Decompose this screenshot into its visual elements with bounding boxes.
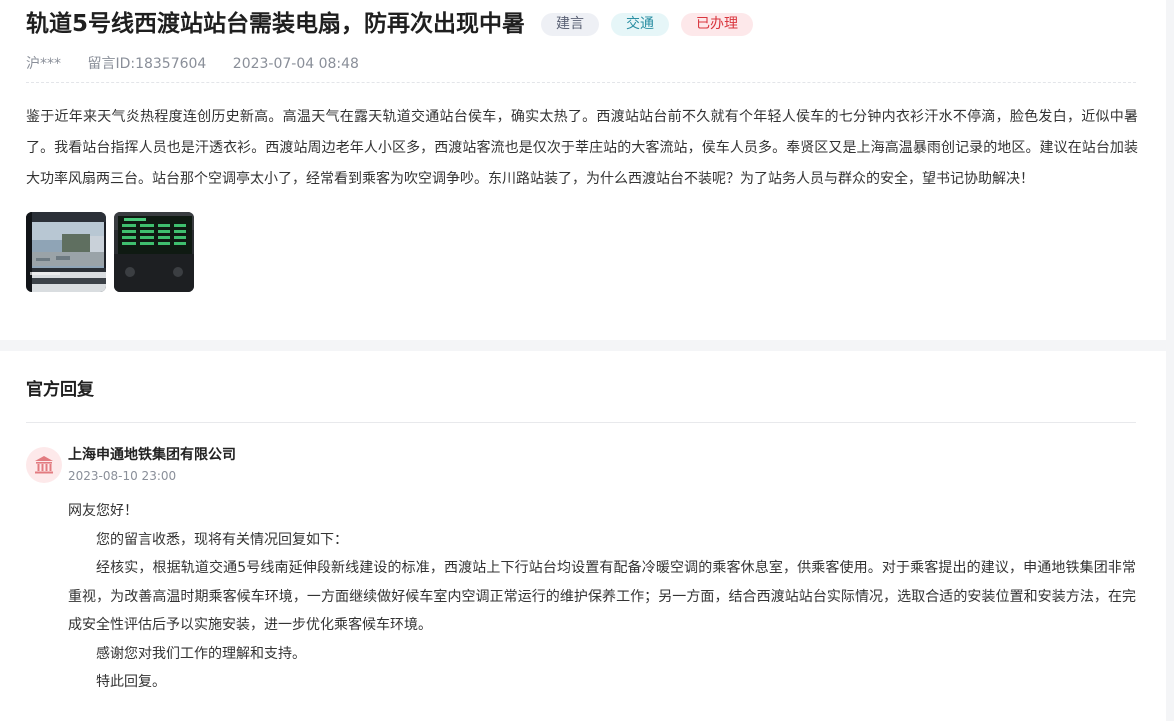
message-id: 留言ID:18357604	[87, 56, 207, 72]
reply-greeting: 网友您好！	[68, 503, 138, 519]
status-badge: 已办理	[681, 12, 754, 36]
image-thumbnail-2[interactable]	[114, 212, 194, 292]
divider	[26, 82, 1136, 83]
reply-paragraph: 您的留言收悉，现将有关情况回复如下：	[96, 531, 348, 548]
station-window-photo	[26, 212, 106, 292]
reply-section-title: 官方回复	[26, 380, 94, 400]
tag-traffic[interactable]: 交通	[611, 12, 670, 36]
building-icon	[35, 456, 53, 474]
station-display-photo	[114, 212, 194, 292]
reply-date: 2023-08-10 23:00	[68, 469, 177, 483]
reply-body: 网友您好！ 您的留言收悉，现将有关情况回复如下： 经核实，根据轨道交通5号线南延…	[68, 497, 1136, 697]
avatar	[26, 447, 62, 483]
tag-suggestion[interactable]: 建言	[541, 12, 600, 36]
post-datetime: 2023-07-04 08:48	[232, 56, 359, 72]
reply-closing: 特此回复。	[96, 674, 166, 690]
post-title: 轨道5号线西渡站站台需装电扇，防再次出现中暑	[26, 11, 526, 37]
reply-org-name: 上海申通地铁集团有限公司	[68, 447, 236, 463]
post-header: 轨道5号线西渡站站台需装电扇，防再次出现中暑 建言 交通 已办理	[26, 8, 754, 40]
post-content: 鉴于近年来天气炎热程度连创历史新高。高温天气在露天轨道交通站台侯车，确实太热了。…	[26, 109, 1138, 187]
image-thumbnail-1[interactable]	[26, 212, 106, 292]
scrollbar-track[interactable]	[1166, 0, 1174, 721]
author-name: 沪***	[26, 56, 61, 72]
divider	[26, 422, 1136, 423]
reply-paragraph: 经核实，根据轨道交通5号线南延伸段新线建设的标准，西渡站上下行站台均设置有配备冷…	[68, 560, 1136, 633]
reply-paragraph: 感谢您对我们工作的理解和支持。	[96, 645, 306, 662]
post-meta: 沪*** 留言ID:18357604 2023-07-04 08:48	[26, 54, 359, 74]
